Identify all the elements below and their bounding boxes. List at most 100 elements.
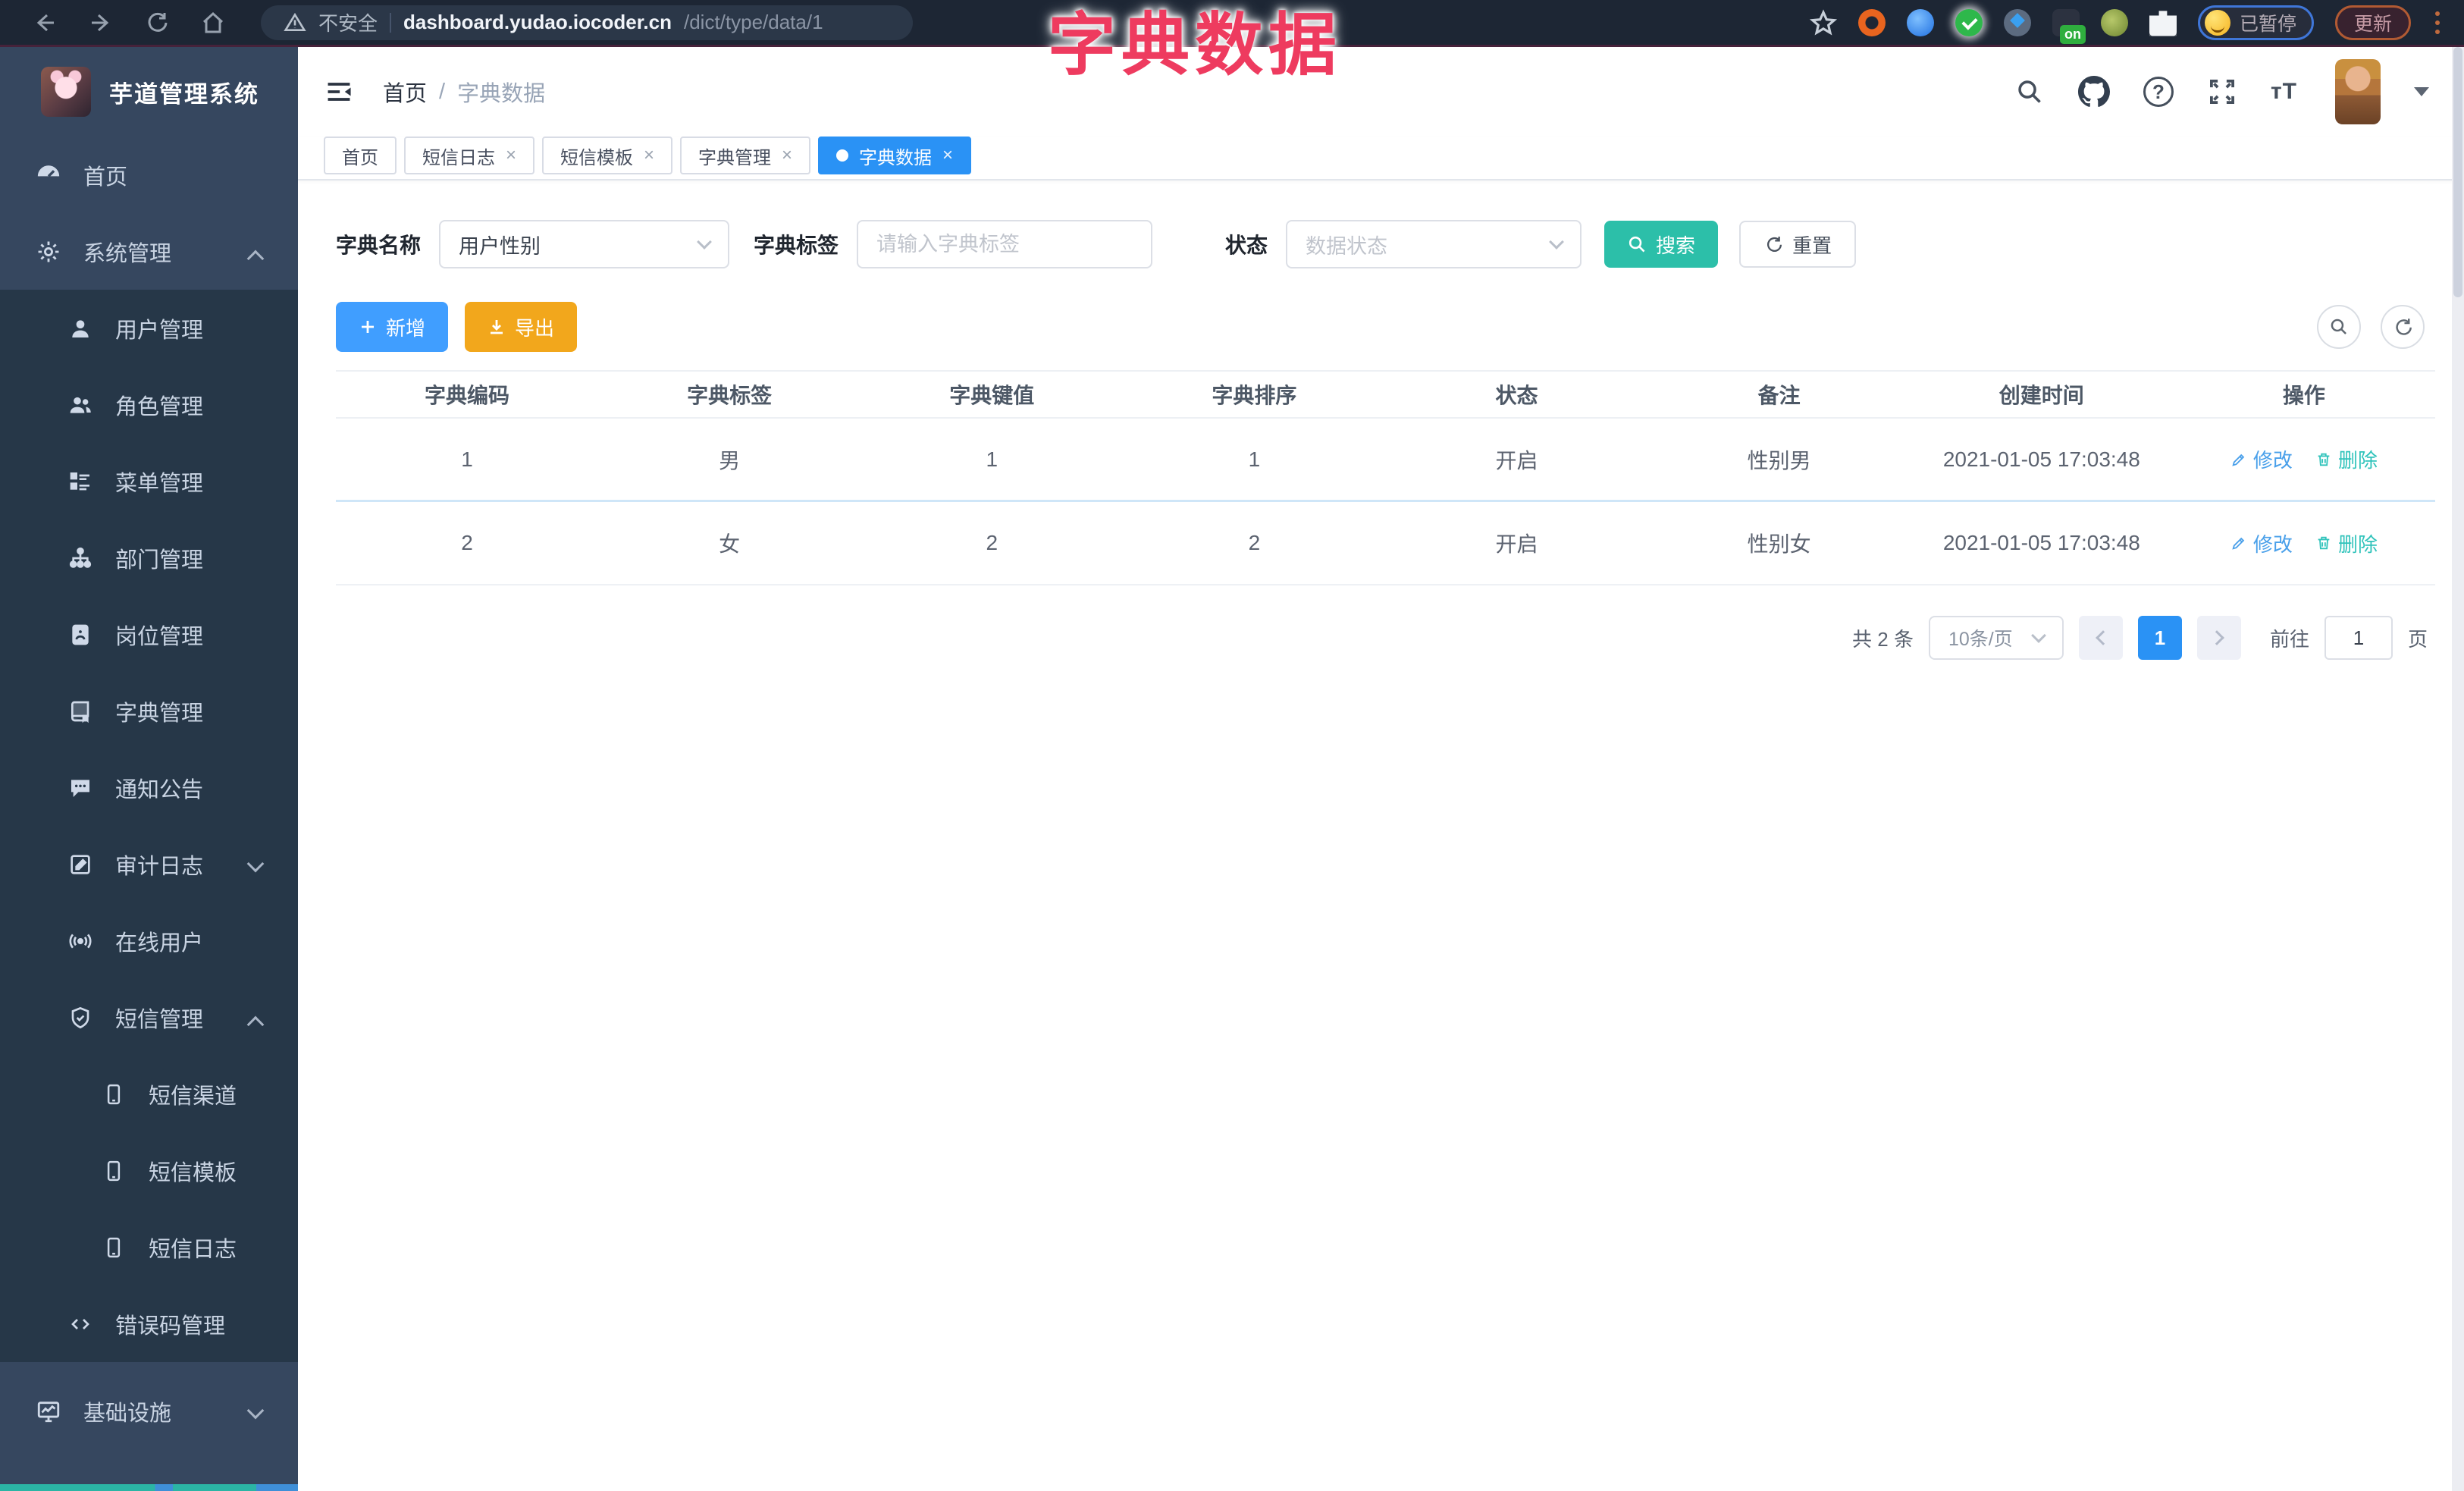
user-avatar[interactable] [2335, 59, 2381, 124]
sidebar-item-label: 用户管理 [115, 318, 204, 343]
tab-home[interactable]: 首页 [324, 137, 397, 174]
next-page-button[interactable] [2196, 616, 2241, 660]
cell-status: 开启 [1495, 532, 1538, 556]
delete-link-label: 删除 [2337, 532, 2378, 556]
extension-on-icon[interactable]: on [2052, 8, 2086, 44]
reset-button[interactable]: 重置 [1739, 221, 1857, 268]
app-logo[interactable]: 芋道管理系统 [0, 47, 298, 137]
edit-link[interactable]: 修改 [2230, 529, 2293, 557]
back-icon[interactable] [32, 10, 58, 36]
avatar-caret-icon[interactable] [2414, 87, 2429, 104]
browser-menu-icon[interactable] [2432, 8, 2443, 37]
col-header: 状态 [1495, 384, 1538, 407]
sidebar-item-system[interactable]: 系统管理 [0, 213, 298, 290]
phone-icon [100, 1157, 127, 1185]
sidebar-item-online-users[interactable]: 在线用户 [0, 902, 298, 979]
close-tab-icon[interactable]: × [782, 146, 792, 165]
github-icon[interactable] [2077, 76, 2110, 108]
sidebar-item-label: 在线用户 [115, 931, 204, 956]
font-size-icon[interactable]: тT [2271, 79, 2297, 105]
page-size-select[interactable]: 10条/页 [1928, 616, 2064, 660]
col-header: 字典排序 [1212, 384, 1297, 407]
browser-profile-chip[interactable]: 已暂停 [2197, 5, 2314, 40]
close-tab-icon[interactable]: × [506, 146, 516, 165]
sidebar-item-sms-log[interactable]: 短信日志 [0, 1209, 298, 1285]
tab-sms-template[interactable]: 短信模板 × [542, 137, 673, 174]
sidebar-item-dict[interactable]: 字典管理 [0, 673, 298, 749]
search-button[interactable]: 搜索 [1604, 221, 1719, 268]
sidebar-item-posts[interactable]: 岗位管理 [0, 596, 298, 673]
sidebar-item-infrastructure[interactable]: 基础设施 [0, 1373, 298, 1449]
chevron-down-icon [1549, 234, 1564, 250]
bookmark-star-icon[interactable] [1809, 8, 1837, 36]
gear-icon [35, 238, 62, 265]
extension-diamond-icon[interactable] [2003, 8, 2031, 36]
breadcrumb-home[interactable]: 首页 [383, 76, 427, 108]
cell-status: 开启 [1495, 448, 1538, 472]
sidebar-item-menus[interactable]: 菜单管理 [0, 443, 298, 519]
window-scrollbar[interactable] [2452, 47, 2464, 1491]
sidebar-item-sms[interactable]: 短信管理 [0, 979, 298, 1056]
sidebar-item-departments[interactable]: 部门管理 [0, 519, 298, 596]
close-tab-icon[interactable]: × [644, 146, 654, 165]
table-row[interactable]: 2 女 2 2 开启 性别女 2021-01-05 17:03:48 修改 删除 [336, 502, 2435, 585]
page-suffix: 页 [2407, 627, 2428, 651]
goto-page-input[interactable] [2324, 616, 2393, 660]
url-separator [390, 12, 392, 33]
chevron-down-icon [2031, 628, 2046, 643]
prev-page-button[interactable] [2078, 616, 2123, 660]
help-icon[interactable]: ? [2143, 77, 2174, 107]
extension-drop-icon[interactable] [1906, 8, 1934, 36]
add-button[interactable]: 新增 [336, 302, 448, 352]
delete-link-label: 删除 [2337, 449, 2378, 472]
tab-label: 短信日志 [422, 147, 495, 168]
collapse-sidebar-icon[interactable] [324, 77, 354, 107]
cell-created: 2021-01-05 17:03:48 [1942, 531, 2140, 554]
dict-label-input[interactable] [857, 220, 1153, 268]
tab-label: 首页 [342, 147, 378, 168]
sidebar-item-home[interactable]: 首页 [0, 137, 298, 213]
delete-link[interactable]: 删除 [2315, 529, 2378, 557]
extension-bird-icon[interactable] [2100, 8, 2128, 36]
dict-name-select[interactable]: 用户性别 [439, 220, 730, 268]
sidebar-item-roles[interactable]: 角色管理 [0, 366, 298, 443]
sidebar-item-notice[interactable]: 通知公告 [0, 749, 298, 826]
warning-icon [284, 11, 306, 34]
update-button[interactable]: 更新 [2334, 5, 2411, 40]
sidebar-item-users[interactable]: 用户管理 [0, 290, 298, 366]
tab-dict-data[interactable]: 字典数据 × [818, 137, 972, 174]
tab-dict-manage[interactable]: 字典管理 × [680, 137, 811, 174]
sidebar-scrollbar[interactable] [0, 1484, 298, 1491]
delete-link[interactable]: 删除 [2315, 445, 2378, 473]
extensions-puzzle-icon[interactable] [2149, 11, 2177, 36]
extension-orange-icon[interactable] [1857, 8, 1886, 36]
fullscreen-icon[interactable] [2207, 77, 2237, 107]
dict-data-table: 字典编码 字典标签 字典键值 字典排序 状态 备注 创建时间 操作 1 男 1 … [336, 370, 2435, 585]
overlay-page-title: 字典数据 [1048, 8, 1342, 83]
sidebar-item-sms-template[interactable]: 短信模板 [0, 1132, 298, 1209]
edit-link[interactable]: 修改 [2230, 445, 2293, 473]
cell-created: 2021-01-05 17:03:48 [1942, 447, 2140, 471]
export-button[interactable]: 导出 [465, 302, 577, 352]
url-bar[interactable]: 不安全 dashboard.yudao.iocoder.cn/dict/type… [261, 5, 913, 40]
profile-emoji-icon [2204, 9, 2230, 36]
home-icon[interactable] [200, 10, 226, 36]
search-icon[interactable] [2014, 77, 2045, 107]
refresh-button[interactable] [2381, 305, 2425, 349]
close-tab-icon[interactable]: × [942, 146, 953, 165]
sidebar-item-sms-channel[interactable]: 短信渠道 [0, 1056, 298, 1132]
url-path: /dict/type/data/1 [683, 11, 823, 33]
reload-icon[interactable] [144, 10, 170, 36]
tab-sms-log[interactable]: 短信日志 × [404, 137, 535, 174]
toggle-search-button[interactable] [2317, 305, 2361, 349]
dict-name-label: 字典名称 [336, 234, 422, 257]
extension-check-icon[interactable] [1955, 8, 1983, 36]
sidebar-item-audit-log[interactable]: 审计日志 [0, 826, 298, 902]
status-select[interactable]: 数据状态 [1286, 220, 1582, 268]
forward-icon[interactable] [88, 10, 114, 36]
table-row[interactable]: 1 男 1 1 开启 性别男 2021-01-05 17:03:48 修改 删除 [336, 419, 2435, 502]
current-page[interactable]: 1 [2137, 616, 2182, 660]
shield-check-icon [67, 1004, 94, 1031]
sidebar-item-error-code[interactable]: 错误码管理 [0, 1285, 298, 1362]
reset-button-label: 重置 [1792, 234, 1832, 257]
